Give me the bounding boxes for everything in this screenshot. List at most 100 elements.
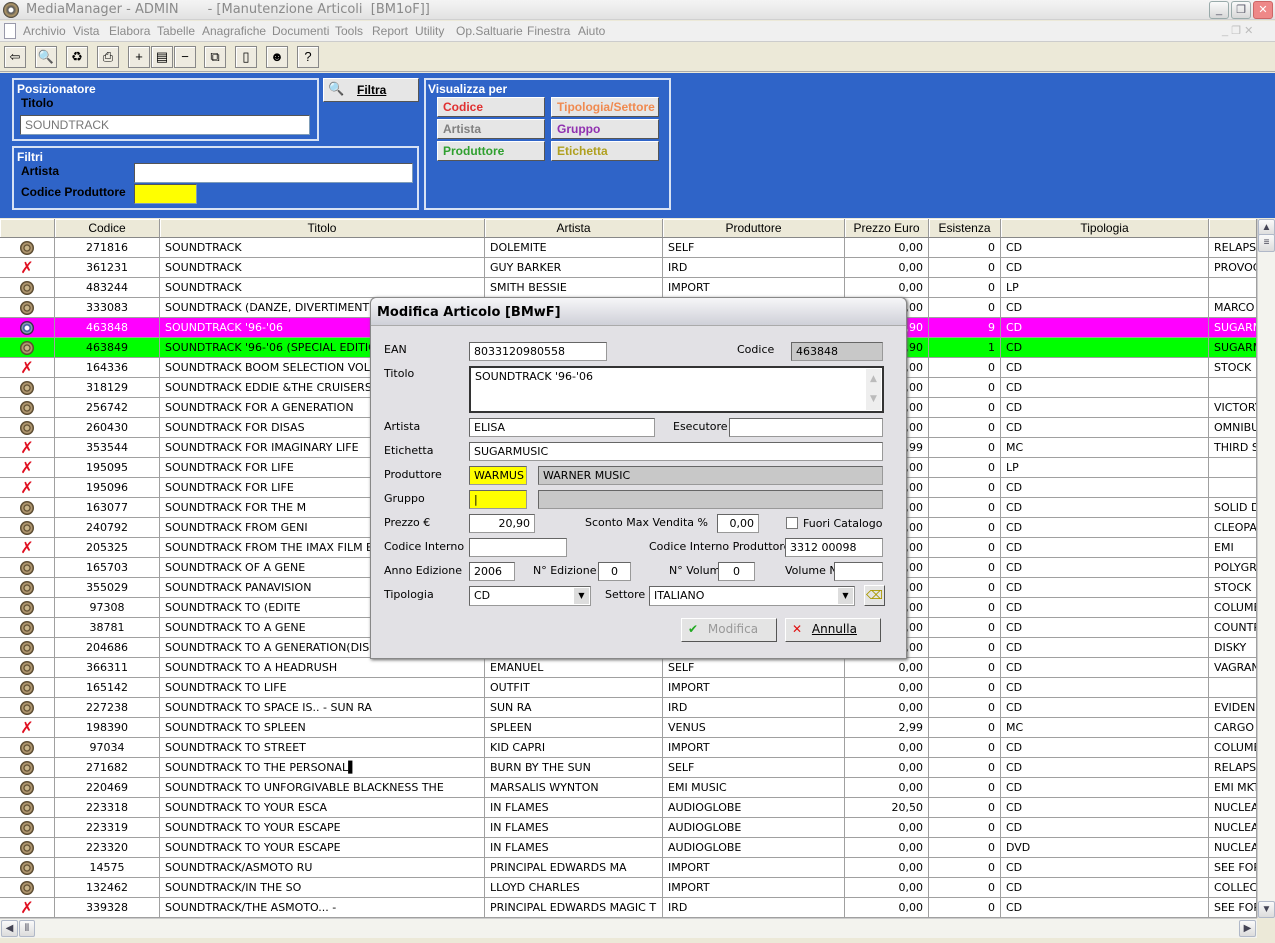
fuori-catalogo-checkbox[interactable] bbox=[786, 517, 798, 529]
hscroll-thumb[interactable]: ⦀ bbox=[19, 920, 35, 937]
filter-button[interactable]: 🔍 Filtra bbox=[323, 78, 419, 102]
view-by-codice[interactable]: Codice bbox=[437, 97, 545, 117]
esecutore-field[interactable] bbox=[729, 418, 883, 437]
menu-archivio[interactable]: Archivio bbox=[23, 24, 66, 38]
table-row[interactable]: 271682 SOUNDTRACK TO THE PERSONAL▌ BURN BY… bbox=[0, 758, 1257, 778]
modifica-label: Modifica bbox=[707, 622, 759, 636]
settore-label: Settore bbox=[605, 588, 646, 601]
help-icon[interactable]: ? bbox=[297, 46, 319, 68]
cell-tipologia: CD bbox=[1001, 418, 1209, 438]
restore-icon[interactable]: ❐ bbox=[1231, 1, 1251, 19]
table-row[interactable]: 132462 SOUNDTRACK/IN THE SO LLOYD CHARLES I… bbox=[0, 878, 1257, 898]
cd-disc-icon bbox=[20, 321, 34, 335]
vertical-scrollbar[interactable]: ▲ ≡ ▼ bbox=[1257, 219, 1275, 918]
table-row[interactable]: 483244 SOUNDTRACK SMITH BESSIE IMPORT 0,00 0 L… bbox=[0, 278, 1257, 298]
titolo-textarea[interactable]: SOUNDTRACK '96-'06 ▲ ▼ bbox=[469, 366, 884, 413]
remove-icon[interactable]: − bbox=[174, 46, 196, 68]
gruppo-code-field[interactable]: | bbox=[469, 490, 527, 509]
column-header-prezzo-euro[interactable]: Prezzo Euro bbox=[845, 219, 929, 238]
table-row[interactable]: 223319 SOUNDTRACK TO YOUR ESCAPE IN FLAMES… bbox=[0, 818, 1257, 838]
search-icon[interactable]: 🔍 bbox=[35, 46, 57, 68]
minimize-icon[interactable]: _ bbox=[1209, 1, 1229, 19]
column-header-blank[interactable] bbox=[0, 219, 55, 238]
column-header-produttore[interactable]: Produttore bbox=[663, 219, 845, 238]
add-icon[interactable]: + bbox=[128, 46, 150, 68]
copy-icon[interactable]: ⧉ bbox=[204, 46, 226, 68]
edit-icon[interactable]: ▤ bbox=[151, 46, 173, 68]
table-row[interactable]: 227238 SOUNDTRACK TO SPACE IS.. - SUN RA S… bbox=[0, 698, 1257, 718]
view-by-gruppo[interactable]: Gruppo bbox=[551, 119, 659, 139]
codprod-filter-input[interactable] bbox=[134, 184, 197, 204]
codice-interno-produttore-field[interactable]: 3312 00098 bbox=[785, 538, 883, 557]
column-header-codice[interactable]: Codice bbox=[55, 219, 160, 238]
column-header-blank[interactable] bbox=[1209, 219, 1257, 238]
volume-field[interactable] bbox=[834, 562, 883, 581]
titolo-search-input[interactable]: SOUNDTRACK bbox=[20, 115, 310, 135]
artista-filter-input[interactable] bbox=[134, 163, 413, 183]
table-row[interactable]: 223320 SOUNDTRACK TO YOUR ESCAPE IN FLAMES… bbox=[0, 838, 1257, 858]
table-row[interactable]: 223318 SOUNDTRACK TO YOUR ESCA IN FLAMES AU… bbox=[0, 798, 1257, 818]
tipologia-select[interactable]: CD ▼ bbox=[469, 586, 591, 606]
sconto-field[interactable]: 0,00 bbox=[717, 514, 759, 533]
chevron-down-icon[interactable]: ▼ bbox=[574, 588, 589, 604]
cell-etichetta bbox=[1209, 378, 1257, 398]
horizontal-scrollbar[interactable]: ◀ ⦀ ▶ bbox=[0, 918, 1257, 938]
scroll-thumb[interactable]: ≡ bbox=[1258, 234, 1275, 252]
mdi-window-controls[interactable]: _ ❐ ✕ bbox=[1222, 24, 1253, 37]
table-row[interactable]: 165142 SOUNDTRACK TO LIFE OUTFIT IMPORT 0,00… bbox=[0, 678, 1257, 698]
column-header-titolo[interactable]: Titolo bbox=[160, 219, 485, 238]
menu-documenti[interactable]: Documenti bbox=[272, 24, 329, 38]
modifica-button[interactable]: ✔ Modifica bbox=[681, 618, 777, 642]
annulla-button[interactable]: ✕ Annulla bbox=[785, 618, 881, 642]
menu-aiuto[interactable]: Aiuto bbox=[578, 24, 605, 38]
cell-artista: LLOYD CHARLES bbox=[485, 878, 663, 898]
table-row[interactable]: 366311 SOUNDTRACK TO A HEADRUSH EMANUEL SEL… bbox=[0, 658, 1257, 678]
print-icon[interactable]: ⎙ bbox=[97, 46, 119, 68]
view-by-etichetta[interactable]: Etichetta bbox=[551, 141, 659, 161]
column-header-esistenza[interactable]: Esistenza bbox=[929, 219, 1001, 238]
menu-tools[interactable]: Tools bbox=[335, 24, 363, 38]
table-row[interactable]: ✗ 198390 SOUNDTRACK TO SPLEEN SPLEEN VENUS 2,… bbox=[0, 718, 1257, 738]
anno-field[interactable]: 2006 bbox=[469, 562, 515, 581]
column-header-artista[interactable]: Artista bbox=[485, 219, 663, 238]
document-icon[interactable]: ▯ bbox=[235, 46, 257, 68]
artista-field[interactable]: ELISA bbox=[469, 418, 655, 437]
eraser-icon[interactable]: ⌫ bbox=[864, 585, 885, 606]
prezzo-field[interactable]: 20,90 bbox=[469, 514, 535, 533]
codice-interno-field[interactable] bbox=[469, 538, 567, 557]
menu-utility[interactable]: Utility bbox=[415, 24, 444, 38]
close-icon[interactable]: ✕ bbox=[1253, 1, 1273, 19]
etichetta-field[interactable]: SUGARMUSIC bbox=[469, 442, 883, 461]
view-by-artista[interactable]: Artista bbox=[437, 119, 545, 139]
menu-anagrafiche[interactable]: Anagrafiche bbox=[202, 24, 266, 38]
chevron-down-icon[interactable]: ▼ bbox=[838, 588, 853, 604]
ean-field[interactable]: 8033120980558 bbox=[469, 342, 607, 361]
nedizione-field[interactable]: 0 bbox=[598, 562, 631, 581]
produttore-code-field[interactable]: WARMUS bbox=[469, 466, 527, 485]
menu-elabora[interactable]: Elabora bbox=[109, 24, 150, 38]
table-row[interactable]: 97034 SOUNDTRACK TO STREET KID CAPRI IMPORT… bbox=[0, 738, 1257, 758]
table-row[interactable]: ✗ 339328 SOUNDTRACK/THE ASMOTO... - PRINCIP… bbox=[0, 898, 1257, 918]
scroll-right-icon[interactable]: ▶ bbox=[1239, 920, 1256, 937]
table-row[interactable]: 271816 SOUNDTRACK DOLEMITE SELF 0,00 0 CD RELAP… bbox=[0, 238, 1257, 258]
menu-opsaltuarie[interactable]: Op.Saltuarie bbox=[456, 24, 523, 38]
table-row[interactable]: 220469 SOUNDTRACK TO UNFORGIVABLE BLACKNE… bbox=[0, 778, 1257, 798]
user-icon[interactable]: ☻ bbox=[266, 46, 288, 68]
table-row[interactable]: 14575 SOUNDTRACK/ASMOTO RU PRINCIPAL EDWAR… bbox=[0, 858, 1257, 878]
table-row[interactable]: ✗ 361231 SOUNDTRACK GUY BARKER IRD 0,00 0 CD PRO… bbox=[0, 258, 1257, 278]
scroll-down-icon[interactable]: ▼ bbox=[1258, 901, 1275, 918]
column-header-tipologia[interactable]: Tipologia bbox=[1001, 219, 1209, 238]
settore-select[interactable]: ITALIANO ▼ bbox=[649, 586, 855, 606]
positioner-group: Posizionatore Titolo SOUNDTRACK bbox=[12, 78, 319, 141]
textarea-scrollbar[interactable]: ▲ ▼ bbox=[866, 369, 881, 410]
menu-vista[interactable]: Vista bbox=[73, 24, 99, 38]
view-by-tipologia-settore[interactable]: Tipologia/Settore bbox=[551, 97, 659, 117]
nvolumi-field[interactable]: 0 bbox=[718, 562, 755, 581]
menu-report[interactable]: Report bbox=[372, 24, 408, 38]
menu-tabelle[interactable]: Tabelle bbox=[157, 24, 195, 38]
exit-icon[interactable]: ⇦ bbox=[4, 46, 26, 68]
scroll-left-icon[interactable]: ◀ bbox=[1, 920, 18, 937]
view-by-produttore[interactable]: Produttore bbox=[437, 141, 545, 161]
refresh-icon[interactable]: ♻ bbox=[66, 46, 88, 68]
menu-finestra[interactable]: Finestra bbox=[527, 24, 570, 38]
